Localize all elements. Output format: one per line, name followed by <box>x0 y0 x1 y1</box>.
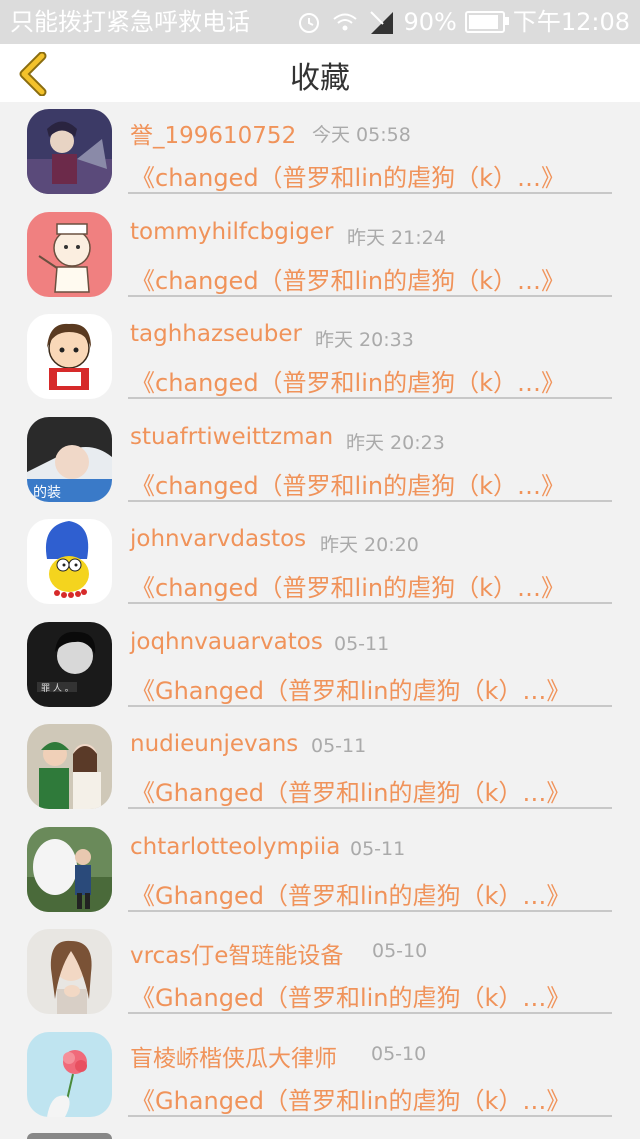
battery-percent: 90% <box>403 8 457 36</box>
avatar[interactable] <box>27 1133 112 1139</box>
username: 盲棱峤楷侠瓜大律师 <box>130 1045 337 1072</box>
work-title: 《Ghanged（普罗和lin的虐狗（k）…》 <box>131 881 571 910</box>
username: joqhnvauarvatos <box>130 628 323 655</box>
timestamp: 05-11 <box>311 735 367 757</box>
carrier-text: 只能拨打紧急呼救电话 <box>10 8 250 36</box>
list-item-partial[interactable] <box>0 1127 640 1139</box>
avatar[interactable] <box>27 211 112 297</box>
favorites-list: 誉_199610752 今天 05:58 《changed（普罗和lin的虐狗（… <box>0 102 640 1139</box>
list-item[interactable]: nudieunjevans 05-11 《Ghanged（普罗和lin的虐狗（k… <box>0 717 640 820</box>
divider <box>128 807 612 809</box>
avatar[interactable]: 罪 人 。 <box>27 621 112 707</box>
avatar[interactable] <box>27 724 112 809</box>
work-title: 《Ghanged（普罗和lin的虐狗（k）…》 <box>131 676 571 705</box>
status-bar-right: 90% 下午12:08 <box>295 0 630 44</box>
svg-text:罪 人 。: 罪 人 。 <box>41 683 74 694</box>
battery-icon <box>464 11 509 33</box>
timestamp: 05-10 <box>371 1042 427 1065</box>
list-item[interactable]: 罪 人 。 joqhnvauarvatos 05-11 《Ghanged（普罗和… <box>0 615 640 718</box>
status-bar: 只能拨打紧急呼救电话 90% 下午12:08 <box>0 0 640 44</box>
timestamp: 昨天 20:23 <box>346 431 445 454</box>
divider <box>128 1012 612 1014</box>
svg-text:的装: 的装 <box>33 485 61 501</box>
list-item[interactable]: chtarlotteolympiia 05-11 《Ghanged（普罗和lin… <box>0 820 640 923</box>
work-title: 《Ghanged（普罗和lin的虐狗（k）…》 <box>131 984 571 1012</box>
avatar[interactable]: 的装 <box>27 416 112 502</box>
timestamp: 昨天 20:20 <box>320 534 419 556</box>
list-item[interactable]: taghhazseuber 昨天 20:33 《changed（普罗和lin的虐… <box>0 307 640 410</box>
timestamp: 昨天 20:33 <box>315 329 414 351</box>
username: tommyhilfcbgiger <box>130 218 334 245</box>
divider <box>128 397 612 399</box>
work-title: 《Ghanged（普罗和lin的虐狗（k）…》 <box>131 779 571 807</box>
username: chtarlotteolympiia <box>130 833 341 860</box>
username: vrcas仃e智琏能设备 <box>130 943 344 969</box>
list-item[interactable]: 誉_199610752 今天 05:58 《changed（普罗和lin的虐狗（… <box>0 102 640 205</box>
divider <box>128 909 612 912</box>
work-title: 《changed（普罗和lin的虐狗（k）…》 <box>131 369 566 397</box>
alarm-icon <box>299 13 320 33</box>
timestamp: 05-11 <box>350 837 406 860</box>
timestamp: 05-10 <box>372 940 428 962</box>
work-title: 《changed（普罗和lin的虐狗（k）…》 <box>131 164 566 192</box>
signal-icon <box>370 11 394 34</box>
username: nudieunjevans <box>130 731 299 757</box>
clock: 下午12:08 <box>512 8 630 36</box>
list-item[interactable]: 盲棱峤楷侠瓜大律师 05-10 《Ghanged（普罗和lin的虐狗（k）…》 <box>0 1025 640 1128</box>
work-title: 《changed（普罗和lin的虐狗（k）…》 <box>131 471 566 500</box>
work-title: 《changed（普罗和lin的虐狗（k）…》 <box>131 574 566 602</box>
avatar[interactable] <box>27 519 112 604</box>
avatar[interactable] <box>27 826 112 912</box>
avatar[interactable] <box>27 1031 112 1117</box>
work-title: 《changed（普罗和lin的虐狗（k）…》 <box>131 266 566 295</box>
divider <box>128 294 612 297</box>
header-bar: 收藏 <box>0 44 640 102</box>
avatar[interactable] <box>27 314 112 399</box>
username: stuafrtiweittzman <box>130 423 334 450</box>
timestamp: 05-11 <box>334 632 390 655</box>
divider <box>128 192 612 194</box>
list-item[interactable]: 的装 stuafrtiweittzman 昨天 20:23 《changed（普… <box>0 410 640 513</box>
timestamp: 今天 05:58 <box>312 124 411 146</box>
timestamp: 昨天 21:24 <box>347 226 446 249</box>
list-item[interactable]: vrcas仃e智琏能设备 05-10 《Ghanged（普罗和lin的虐狗（k）… <box>0 922 640 1025</box>
avatar[interactable] <box>27 109 112 194</box>
divider <box>128 499 612 502</box>
work-title: 《Ghanged（普罗和lin的虐狗（k）…》 <box>131 1086 571 1115</box>
username: taghhazseuber <box>130 321 302 347</box>
wifi-icon <box>333 13 358 31</box>
list-item[interactable]: johnvarvdastos 昨天 20:20 《changed（普罗和lin的… <box>0 512 640 615</box>
avatar[interactable] <box>27 929 112 1014</box>
username: johnvarvdastos <box>130 526 307 552</box>
divider <box>128 1114 612 1117</box>
page-title: 收藏 <box>290 61 350 96</box>
divider <box>128 704 612 707</box>
list-item[interactable]: tommyhilfcbgiger 昨天 21:24 《changed（普罗和li… <box>0 205 640 308</box>
username: 誉_199610752 <box>130 123 297 149</box>
divider <box>128 602 612 604</box>
